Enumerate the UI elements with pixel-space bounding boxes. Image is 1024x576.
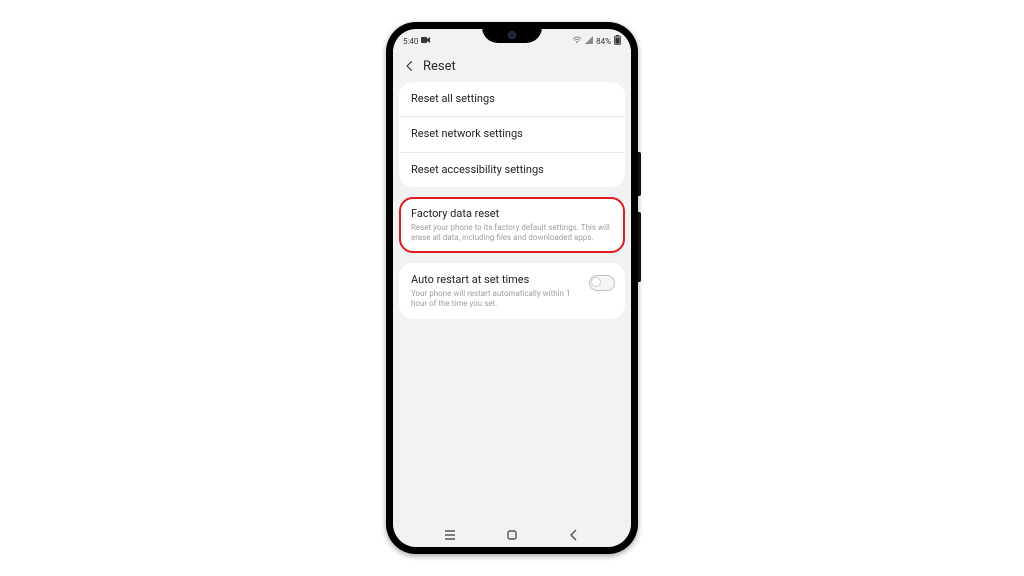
row-title: Reset all settings (411, 92, 613, 106)
battery-icon (614, 35, 621, 47)
row-title: Factory data reset (411, 207, 613, 221)
row-title: Reset accessibility settings (411, 163, 613, 177)
row-reset-network-settings[interactable]: Reset network settings (399, 116, 625, 151)
settings-group-auto-restart: Auto restart at set times Your phone wil… (399, 263, 625, 319)
row-reset-all-settings[interactable]: Reset all settings (399, 82, 625, 116)
app-bar: Reset (393, 50, 631, 82)
settings-group-basic: Reset all settings Reset network setting… (399, 82, 625, 187)
recents-icon (443, 528, 457, 542)
back-icon (567, 528, 581, 542)
home-icon (505, 528, 519, 542)
settings-content: Reset all settings Reset network setting… (393, 82, 631, 319)
battery-percent: 84% (596, 37, 611, 46)
row-title: Reset network settings (411, 127, 613, 141)
row-subtitle: Your phone will restart automatically wi… (411, 289, 587, 309)
nav-back-button[interactable] (567, 528, 581, 542)
row-reset-accessibility-settings[interactable]: Reset accessibility settings (399, 152, 625, 187)
row-auto-restart[interactable]: Auto restart at set times Your phone wil… (399, 263, 625, 319)
wifi-icon (572, 36, 582, 46)
row-title: Auto restart at set times (411, 273, 587, 287)
status-time: 5:40 (403, 37, 418, 46)
nav-recents-button[interactable] (443, 528, 457, 542)
camera-notch (482, 29, 542, 43)
nav-home-button[interactable] (505, 528, 519, 542)
row-subtitle: Reset your phone to its factory default … (411, 223, 613, 243)
phone-frame: 5:40 84% (386, 22, 638, 554)
phone-screen: 5:40 84% (393, 29, 631, 547)
row-factory-data-reset[interactable]: Factory data reset Reset your phone to i… (399, 197, 625, 253)
settings-group-factory: Factory data reset Reset your phone to i… (399, 197, 625, 253)
signal-icon (585, 36, 593, 46)
chevron-left-icon (403, 59, 417, 73)
system-nav-bar (393, 523, 631, 547)
page-title: Reset (423, 59, 456, 74)
video-icon (421, 36, 431, 46)
back-button[interactable] (399, 55, 421, 77)
auto-restart-toggle[interactable] (589, 275, 615, 291)
